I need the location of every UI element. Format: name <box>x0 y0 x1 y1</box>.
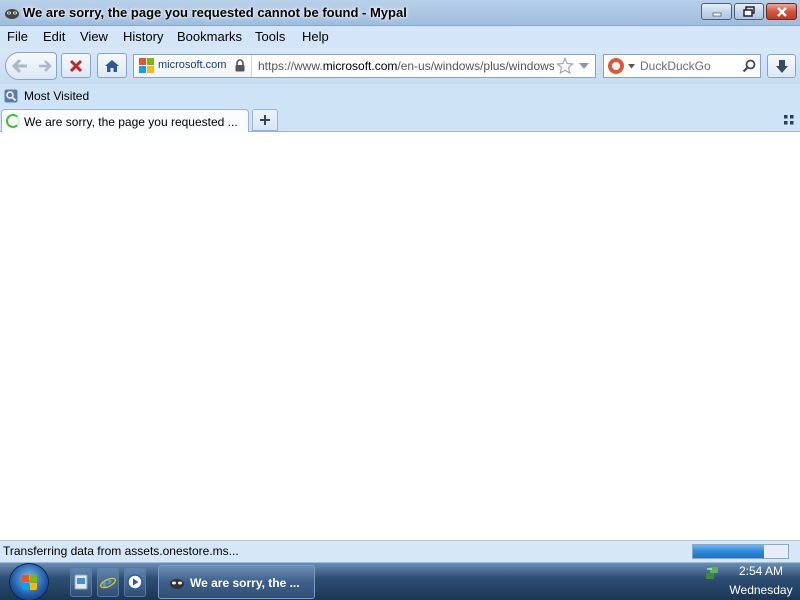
lock-icon <box>235 59 245 72</box>
page-content[interactable] <box>0 132 800 540</box>
stop-button[interactable] <box>61 53 91 78</box>
site-identity-button[interactable]: microsoft.com <box>134 55 252 77</box>
minimize-button[interactable] <box>701 3 732 20</box>
taskbar-window-label: We are sorry, the ... <box>190 576 300 590</box>
progress-fill <box>693 545 765 558</box>
url-path: /en-us/windows/plus/windows <box>397 59 554 73</box>
menu-bookmarks[interactable]: Bookmarks <box>177 29 242 44</box>
duckduckgo-icon[interactable] <box>608 58 624 74</box>
search-placeholder: DuckDuckGo <box>640 59 711 73</box>
status-bar: Transferring data from assets.onestore.m… <box>0 540 800 562</box>
forward-arrow-icon <box>39 60 52 72</box>
maximize-icon <box>735 4 763 19</box>
window-title: We are sorry, the page you requested can… <box>23 5 407 20</box>
dropdown-arrow-icon[interactable] <box>579 63 589 70</box>
back-arrow-icon <box>11 58 27 74</box>
list-all-tabs-icon[interactable] <box>784 115 794 125</box>
network-tray-icon[interactable] <box>704 565 720 581</box>
media-player-icon <box>127 574 143 590</box>
mypal-app-icon <box>170 579 184 589</box>
quicklaunch-media-player[interactable] <box>124 567 146 597</box>
download-arrow-icon <box>775 59 788 73</box>
url-prefix: https://www. <box>258 59 323 73</box>
search-box[interactable]: DuckDuckGo <box>603 54 761 78</box>
clock-time: 2:54 AM <box>738 564 784 578</box>
tab-strip: We are sorry, the page you requested ... <box>0 107 800 133</box>
show-desktop-icon <box>74 574 88 590</box>
home-icon <box>105 59 119 72</box>
tab-label: We are sorry, the page you requested ... <box>24 115 238 129</box>
menu-view[interactable]: View <box>80 29 108 44</box>
back-button[interactable] <box>6 53 34 79</box>
plus-icon <box>260 115 270 125</box>
bookmark-star-icon[interactable] <box>556 57 574 75</box>
quicklaunch-internet-explorer[interactable]: e <box>97 567 119 597</box>
status-text: Transferring data from assets.onestore.m… <box>3 544 239 558</box>
most-visited-bookmark[interactable]: Most Visited <box>24 89 89 103</box>
close-icon <box>767 4 796 19</box>
magnifier-icon[interactable] <box>741 58 757 74</box>
menu-bar: File Edit View History Bookmarks Tools H… <box>0 26 800 48</box>
taskbar: e We are sorry, the ... 2:54 AM Wednesda… <box>0 562 800 600</box>
most-visited-icon <box>4 89 18 103</box>
quicklaunch-show-desktop[interactable] <box>70 567 92 597</box>
engine-dropdown-icon[interactable] <box>628 64 635 69</box>
internet-explorer-icon: e <box>99 573 117 591</box>
microsoft-logo-icon <box>139 58 155 74</box>
url-domain: microsoft.com <box>322 59 398 73</box>
forward-button[interactable] <box>34 53 56 79</box>
window-title-bar[interactable]: We are sorry, the page you requested can… <box>0 0 800 26</box>
mypal-app-icon <box>5 9 19 19</box>
menu-file[interactable]: File <box>7 29 28 44</box>
identity-host: microsoft.com <box>158 59 227 71</box>
menu-help[interactable]: Help <box>302 29 329 44</box>
home-button[interactable] <box>97 53 127 78</box>
menu-tools[interactable]: Tools <box>255 29 285 44</box>
menu-history[interactable]: History <box>123 29 163 44</box>
restore-button[interactable] <box>734 3 764 20</box>
close-button[interactable] <box>766 3 797 20</box>
stop-icon <box>69 59 83 72</box>
clock-day: Wednesday <box>729 583 793 597</box>
minimize-icon <box>702 4 731 19</box>
url-text[interactable]: https://www.microsoft.com/en-us/windows/… <box>258 59 554 73</box>
start-button[interactable] <box>9 563 49 600</box>
bookmarks-toolbar: Most Visited <box>0 86 800 107</box>
taskbar-mypal-window[interactable]: We are sorry, the ... <box>158 565 315 599</box>
downloads-button[interactable] <box>767 54 796 78</box>
loading-spinner-icon <box>6 114 20 128</box>
tab-current[interactable]: We are sorry, the page you requested ... <box>1 109 249 133</box>
back-forward-group <box>5 52 57 80</box>
menu-edit[interactable]: Edit <box>43 29 65 44</box>
windows-start-icon <box>22 575 38 591</box>
loading-progress-bar <box>692 544 789 559</box>
url-bar[interactable]: microsoft.com https://www.microsoft.com/… <box>133 54 596 78</box>
new-tab-button[interactable] <box>252 109 278 131</box>
